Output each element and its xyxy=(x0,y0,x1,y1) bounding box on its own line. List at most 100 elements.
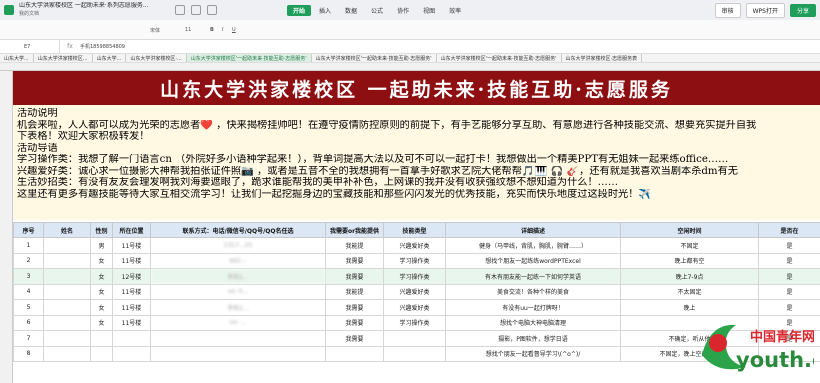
undo-icon[interactable] xyxy=(191,5,201,15)
cell-contact[interactable]: qq1... xyxy=(150,252,326,269)
bold-icon[interactable]: B xyxy=(210,27,214,33)
sheet-tab-active[interactable]: 山东大学洪家楼校区'一起助未来·技能互助·志愿服务' xyxy=(186,54,312,62)
cell-name[interactable] xyxy=(43,299,91,316)
cell-need-or-offer[interactable]: 我需要 xyxy=(325,252,384,269)
cell-reference-box[interactable]: E7 xyxy=(0,40,60,53)
cell-location[interactable]: 12号楼 xyxy=(112,268,151,285)
cell-location[interactable] xyxy=(112,330,151,347)
cell-description[interactable]: 有没有uu一起打牌呀！ xyxy=(445,299,621,316)
sheet-tab[interactable]: 山东大学... xyxy=(0,54,34,62)
cell-name[interactable] xyxy=(43,252,91,269)
sheet-tab[interactable]: 山东大学洪家楼校区'一起助未来·技能互助·志愿服务' xyxy=(312,54,437,62)
cell-need-or-offer[interactable]: 我需要 xyxy=(325,330,384,347)
col-header-contact[interactable]: 联系方式：电话/微信号/QQ号/QQ名任选 xyxy=(150,222,326,238)
cell-extra[interactable]: 是 xyxy=(758,283,820,300)
cell-gender[interactable]: 女 xyxy=(90,314,113,331)
cell-gender[interactable]: 女 xyxy=(90,252,113,269)
cell-skill-type[interactable]: 兴趣爱好类 xyxy=(383,237,446,254)
sheet-tab[interactable]: 山东大学洪家楼校区·... xyxy=(126,54,187,62)
cell-name[interactable] xyxy=(43,314,91,331)
cell-need-or-offer[interactable] xyxy=(325,345,384,362)
cell-contact[interactable]: 手机1... xyxy=(150,299,326,316)
cell-contact[interactable]: vx: h... xyxy=(150,283,326,300)
cell-skill-type[interactable]: 学习操作类 xyxy=(383,314,446,331)
cell-gender[interactable]: 女 xyxy=(90,268,113,285)
cell-location[interactable]: 11号楼 xyxy=(112,299,151,316)
italic-icon[interactable]: I xyxy=(222,27,223,33)
cell-gender[interactable]: 女 xyxy=(90,299,113,316)
tab-data[interactable]: 数据 xyxy=(339,5,363,16)
formula-input[interactable]: 手机18598854809 xyxy=(80,43,125,50)
row-header-strip[interactable] xyxy=(0,71,13,383)
cell-gender[interactable] xyxy=(90,345,113,362)
cell-free-time[interactable]: 不太固定 xyxy=(620,283,759,300)
cell-index[interactable]: 7 xyxy=(13,330,44,347)
cell-description[interactable]: 有木有朋友能一起练一下如何学英语 xyxy=(445,268,621,285)
cell-skill-type[interactable]: 学习操作类 xyxy=(383,252,446,269)
table-row[interactable]: 4 女 11号楼 vx: h... 我能提 兴趣爱好类 美食交流！各种个样的美食 不太固定是 xyxy=(13,283,820,300)
cell-location[interactable]: 11号楼 xyxy=(112,283,151,300)
cell-contact[interactable]: vx: ... xyxy=(150,314,326,331)
cell-free-time[interactable]: 晚上 xyxy=(620,299,759,316)
cell-description[interactable]: 摄影，P图软件，想学日语 xyxy=(445,330,621,347)
cell-skill-type[interactable] xyxy=(383,330,446,347)
cell-index[interactable]: 4 xyxy=(13,283,44,300)
cell-location[interactable]: 11号楼 xyxy=(112,314,151,331)
col-header-free-time[interactable]: 空闲时间 xyxy=(620,222,759,238)
cell-free-time[interactable]: 晚上7-9点 xyxy=(620,268,759,285)
cell-index[interactable]: 8 xyxy=(13,345,44,362)
cell-need-or-offer[interactable]: 我能提 xyxy=(325,283,384,300)
cell-contact[interactable] xyxy=(150,345,326,362)
table-row[interactable]: 1 男 11号楼 1317...25 我能提 兴趣爱好类 健身（马甲线，背肌，胸肌，腕臂……… xyxy=(13,237,820,254)
sheet-tab[interactable]: 山东大学洪家楼校区·志愿服务表 xyxy=(562,54,643,62)
cell-location[interactable] xyxy=(112,345,151,362)
col-header-need-or-offer[interactable]: 我需要or我能提供 xyxy=(325,222,384,238)
cell-index[interactable]: 2 xyxy=(13,252,44,269)
save-icon[interactable] xyxy=(175,5,185,15)
open-in-wps-button[interactable]: WPS打开 xyxy=(745,3,785,18)
cell-name[interactable] xyxy=(43,330,91,347)
column-header-strip[interactable] xyxy=(0,63,820,71)
cell-skill-type[interactable] xyxy=(383,345,446,362)
redo-icon[interactable] xyxy=(207,5,217,15)
tab-formulas[interactable]: 公式 xyxy=(365,5,389,16)
cell-extra[interactable]: 是 xyxy=(758,252,820,269)
table-row[interactable]: 5 女 11号楼 手机1... 我需要 兴趣爱好类 有没有uu一起打牌呀！ 晚上是 xyxy=(13,299,820,316)
font-name-select[interactable]: 宋体 xyxy=(150,27,160,34)
intro-block[interactable]: 活动说明 机会来啦，人人都可以成为光荣的志愿者❤️ ，快来揭榜挂帅吧！在遵守疫情… xyxy=(13,105,820,220)
sheet-tab[interactable]: 山东大学... xyxy=(93,54,127,62)
cell-free-time[interactable]: 晚上都有空 xyxy=(620,252,759,269)
cell-index[interactable]: 6 xyxy=(13,314,44,331)
cell-index[interactable]: 5 xyxy=(13,299,44,316)
cell-description[interactable]: 美食交流！各种个样的美食 xyxy=(445,283,621,300)
table-row[interactable]: 2 女 11号楼 qq1... 我需要 学习操作类 想找个朋友一起练练wordPPTExce… xyxy=(13,252,820,269)
cell-name[interactable] xyxy=(43,283,91,300)
cell-need-or-offer[interactable]: 我需要 xyxy=(325,314,384,331)
cell-location[interactable]: 11号楼 xyxy=(112,252,151,269)
cell-extra[interactable]: 是 xyxy=(758,299,820,316)
cell-description[interactable]: 想找个电脑大神电脑清理 xyxy=(445,314,621,331)
cell-name[interactable] xyxy=(43,237,91,254)
cell-index[interactable]: 3 xyxy=(13,268,44,285)
cell-contact[interactable]: 1317...25 xyxy=(150,237,326,254)
cell-skill-type[interactable]: 兴趣爱好类 xyxy=(383,299,446,316)
cell-gender[interactable] xyxy=(90,330,113,347)
col-header-description[interactable]: 详细描述 xyxy=(445,222,621,238)
cell-skill-type[interactable]: 兴趣爱好类 xyxy=(383,283,446,300)
review-button[interactable]: 审核 xyxy=(714,3,741,18)
cell-contact[interactable] xyxy=(150,330,326,347)
cell-location[interactable]: 11号楼 xyxy=(112,237,151,254)
cell-gender[interactable]: 男 xyxy=(90,237,113,254)
col-header-gender[interactable]: 性别 xyxy=(90,222,113,238)
share-button[interactable]: 分享 xyxy=(789,4,816,17)
cell-name[interactable] xyxy=(43,345,91,362)
col-header-name[interactable]: 姓名 xyxy=(43,222,91,238)
cell-name[interactable] xyxy=(43,268,91,285)
cell-contact[interactable]: 手机1... xyxy=(150,268,326,285)
cell-description[interactable]: 想找个朋友一起练练wordPPTExcel xyxy=(445,252,621,269)
col-header-index[interactable]: 序号 xyxy=(13,222,44,238)
cell-extra[interactable]: 是 xyxy=(758,268,820,285)
tab-collaborate[interactable]: 协作 xyxy=(391,5,415,16)
underline-icon[interactable]: U xyxy=(232,27,236,33)
cell-need-or-offer[interactable]: 我能提 xyxy=(325,237,384,254)
